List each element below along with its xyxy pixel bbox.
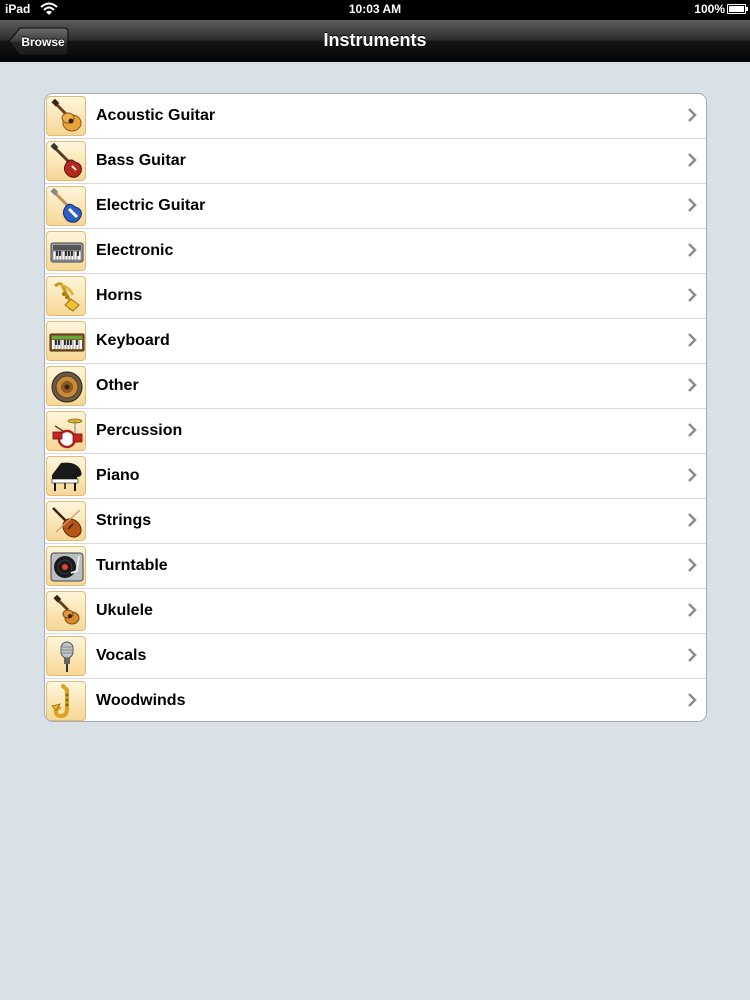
list-item-label: Horns (96, 287, 143, 304)
keyboard-icon (46, 321, 86, 361)
list-item-label: Vocals (96, 647, 147, 664)
list-item-label: Keyboard (96, 332, 170, 349)
chevron-right-icon (688, 108, 697, 122)
chevron-right-icon (688, 243, 697, 257)
ukulele-icon (46, 591, 86, 631)
list-item-label: Strings (96, 512, 152, 529)
list-item-label: Woodwinds (96, 692, 186, 709)
navigation-bar: Browse Instruments (0, 20, 750, 62)
synthesizer-icon (46, 231, 86, 271)
chevron-right-icon (688, 153, 697, 167)
list-item-label: Electric Guitar (96, 197, 206, 214)
chevron-right-icon (688, 468, 697, 482)
list-item-label: Bass Guitar (96, 152, 186, 169)
list-item-vocals[interactable]: Vocals (45, 633, 706, 678)
list-item-acoustic-guitar[interactable]: Acoustic Guitar (45, 94, 706, 138)
list-item-label: Other (96, 377, 139, 394)
list-item-electric-guitar[interactable]: Electric Guitar (45, 183, 706, 228)
chevron-right-icon (688, 423, 697, 437)
page-title: Instruments (323, 30, 427, 50)
list-item-piano[interactable]: Piano (45, 453, 706, 498)
drum-kit-icon (46, 411, 86, 451)
chevron-right-icon (688, 558, 697, 572)
saxophone-icon (46, 681, 86, 721)
battery-icon (727, 4, 748, 14)
instrument-list: Acoustic Guitar Bass Guitar Electric Gui… (44, 93, 707, 722)
chevron-right-icon (688, 693, 697, 707)
chevron-right-icon (688, 648, 697, 662)
list-item-turntable[interactable]: Turntable (45, 543, 706, 588)
list-item-label: Percussion (96, 422, 183, 439)
trumpet-icon (46, 276, 86, 316)
list-item-label: Electronic (96, 242, 174, 259)
speaker-icon (46, 366, 86, 406)
list-item-woodwinds[interactable]: Woodwinds (45, 678, 706, 721)
chevron-right-icon (688, 513, 697, 527)
list-item-percussion[interactable]: Percussion (45, 408, 706, 453)
electric-guitar-icon (46, 186, 86, 226)
grand-piano-icon (46, 456, 86, 496)
microphone-icon (46, 636, 86, 676)
list-item-strings[interactable]: Strings (45, 498, 706, 543)
chevron-right-icon (688, 333, 697, 347)
list-item-label: Acoustic Guitar (96, 107, 216, 124)
list-item-keyboard[interactable]: Keyboard (45, 318, 706, 363)
list-item-other[interactable]: Other (45, 363, 706, 408)
list-item-ukulele[interactable]: Ukulele (45, 588, 706, 633)
list-item-electronic[interactable]: Electronic (45, 228, 706, 273)
list-item-label: Ukulele (96, 602, 153, 619)
battery-percentage: 100% (694, 2, 725, 16)
bass-guitar-icon (46, 141, 86, 181)
violin-icon (46, 501, 86, 541)
list-item-label: Piano (96, 467, 140, 484)
acoustic-guitar-icon (46, 96, 86, 136)
turntable-icon (46, 546, 86, 586)
list-item-bass-guitar[interactable]: Bass Guitar (45, 138, 706, 183)
status-bar: iPad 10:03 AM 100% (0, 0, 750, 20)
list-item-horns[interactable]: Horns (45, 273, 706, 318)
list-item-label: Turntable (96, 557, 168, 574)
chevron-right-icon (688, 288, 697, 302)
chevron-right-icon (688, 198, 697, 212)
status-time: 10:03 AM (348, 2, 402, 16)
chevron-right-icon (688, 603, 697, 617)
chevron-right-icon (688, 378, 697, 392)
